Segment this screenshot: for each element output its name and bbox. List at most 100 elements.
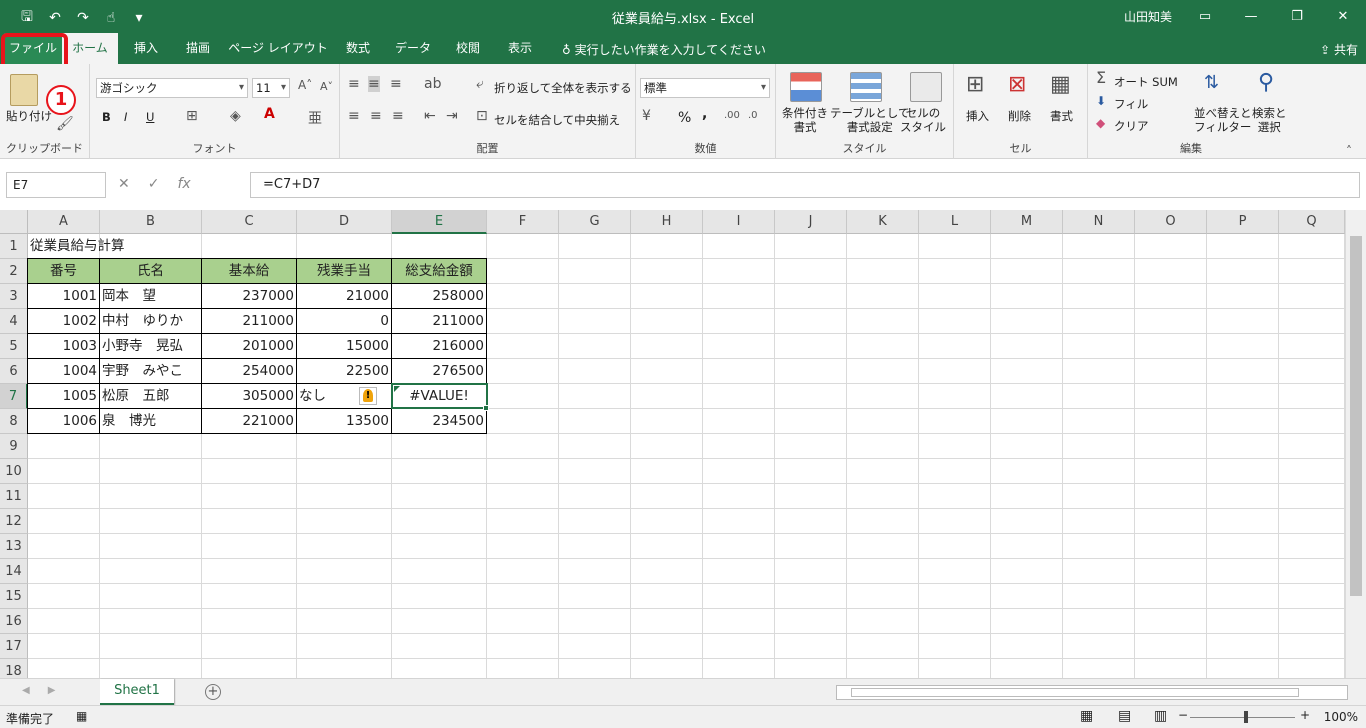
- tab-draw[interactable]: 描画: [176, 33, 220, 64]
- tab-view[interactable]: 表示: [498, 33, 542, 64]
- column-header-j[interactable]: J: [775, 210, 847, 234]
- column-header-b[interactable]: B: [100, 210, 202, 234]
- column-header-f[interactable]: F: [487, 210, 559, 234]
- font-color-icon[interactable]: A: [264, 106, 275, 122]
- row-header-13[interactable]: 13: [0, 534, 28, 559]
- column-header-d[interactable]: D: [297, 210, 392, 234]
- vertical-scroll-thumb[interactable]: [1350, 236, 1362, 596]
- align-top-icon[interactable]: ≡: [348, 76, 360, 92]
- minimize-button[interactable]: —: [1228, 0, 1274, 33]
- column-header-m[interactable]: M: [991, 210, 1063, 234]
- cancel-icon[interactable]: ✕: [118, 176, 130, 192]
- align-right-icon[interactable]: ≡: [392, 108, 404, 124]
- conditional-format-button[interactable]: 条件付き 書式: [782, 106, 828, 134]
- row-header-7[interactable]: 7: [0, 384, 28, 409]
- column-header-c[interactable]: C: [202, 210, 297, 234]
- column-header-i[interactable]: I: [703, 210, 775, 234]
- zoom-slider-knob[interactable]: [1244, 711, 1248, 723]
- comma-button[interactable]: ,: [702, 106, 707, 122]
- horizontal-scrollbar[interactable]: [836, 685, 1348, 700]
- font-name-combo[interactable]: 游ゴシック: [96, 78, 248, 98]
- number-format-combo[interactable]: 標準: [640, 78, 770, 98]
- autosum-button[interactable]: オート SUM: [1114, 74, 1178, 90]
- fill-button[interactable]: フィル: [1114, 96, 1148, 112]
- enter-icon[interactable]: ✓: [148, 176, 160, 192]
- decrease-decimal-icon[interactable]: .0: [748, 110, 758, 121]
- merge-center-button[interactable]: セルを結合して中央揃え: [494, 112, 620, 128]
- format-painter-icon[interactable]: 🖌: [56, 116, 74, 132]
- column-header-l[interactable]: L: [919, 210, 991, 234]
- tell-me-search[interactable]: ♁ 実行したい作業を入力してください: [562, 41, 766, 58]
- row-header-5[interactable]: 5: [0, 334, 28, 359]
- zoom-slider[interactable]: [1190, 717, 1295, 718]
- bold-button[interactable]: B: [102, 110, 111, 124]
- column-header-q[interactable]: Q: [1279, 210, 1345, 234]
- fill-color-icon[interactable]: ◈: [230, 108, 241, 124]
- page-break-view-icon[interactable]: ▥: [1154, 708, 1167, 724]
- column-header-e[interactable]: E: [392, 210, 487, 234]
- tab-insert[interactable]: 挿入: [124, 33, 168, 64]
- tab-home[interactable]: ホーム: [62, 33, 118, 64]
- row-header-9[interactable]: 9: [0, 434, 28, 459]
- sheet-nav-arrows[interactable]: ◀▶: [22, 685, 73, 696]
- formula-input[interactable]: =C7+D7: [250, 172, 1360, 198]
- underline-button[interactable]: U: [146, 110, 154, 124]
- insert-cells-button[interactable]: 挿入: [966, 108, 989, 124]
- increase-indent-icon[interactable]: ⇥: [446, 108, 458, 124]
- row-header-16[interactable]: 16: [0, 609, 28, 634]
- macro-record-icon[interactable]: ▦: [76, 709, 87, 723]
- paste-icon[interactable]: [10, 74, 38, 106]
- clear-button[interactable]: クリア: [1114, 118, 1149, 134]
- horizontal-scroll-thumb[interactable]: [851, 688, 1299, 697]
- align-center-icon[interactable]: ≡: [370, 108, 382, 124]
- vertical-scrollbar[interactable]: [1345, 210, 1366, 678]
- fill-handle[interactable]: [483, 405, 489, 411]
- phonetic-icon[interactable]: 亜: [308, 108, 322, 128]
- row-header-14[interactable]: 14: [0, 559, 28, 584]
- column-header-n[interactable]: N: [1063, 210, 1135, 234]
- row-header-3[interactable]: 3: [0, 284, 28, 309]
- row-header-18[interactable]: 18: [0, 659, 28, 678]
- close-button[interactable]: ✕: [1320, 0, 1366, 33]
- font-size-combo[interactable]: 11: [252, 78, 290, 98]
- row-header-8[interactable]: 8: [0, 409, 28, 434]
- zoom-in-icon[interactable]: +: [1300, 708, 1310, 722]
- row-header-17[interactable]: 17: [0, 634, 28, 659]
- border-icon[interactable]: ⊞: [186, 108, 198, 124]
- collapse-ribbon-icon[interactable]: ˄: [1346, 144, 1352, 158]
- row-header-11[interactable]: 11: [0, 484, 28, 509]
- row-header-1[interactable]: 1: [0, 234, 28, 259]
- worksheet-grid[interactable]: ABCDEFGHIJKLMNOPQ 1 2 3 4 5 6 7 8 9 10 11 12 13 14 15 1…: [0, 210, 1366, 678]
- sheet-tab-sheet1[interactable]: Sheet1: [100, 679, 174, 705]
- delete-cells-button[interactable]: 削除: [1008, 108, 1031, 124]
- zoom-out-icon[interactable]: −: [1178, 708, 1188, 722]
- decrease-font-icon[interactable]: A˅: [320, 80, 333, 93]
- page-layout-view-icon[interactable]: ▤: [1118, 708, 1131, 724]
- column-header-o[interactable]: O: [1135, 210, 1207, 234]
- paste-button[interactable]: 貼り付け: [6, 108, 52, 124]
- format-cells-button[interactable]: 書式: [1050, 108, 1073, 124]
- increase-decimal-icon[interactable]: .00: [724, 110, 740, 121]
- column-header-g[interactable]: G: [559, 210, 631, 234]
- row-header-6[interactable]: 6: [0, 359, 28, 384]
- user-name[interactable]: 山田知美: [1124, 8, 1172, 25]
- tab-page-layout[interactable]: ページ レイアウト: [228, 33, 328, 64]
- select-all-corner[interactable]: [0, 210, 28, 234]
- align-middle-icon[interactable]: ≡: [368, 76, 380, 92]
- add-sheet-icon[interactable]: +: [205, 684, 221, 700]
- row-header-15[interactable]: 15: [0, 584, 28, 609]
- column-header-h[interactable]: H: [631, 210, 703, 234]
- format-as-table-button[interactable]: テーブルとして 書式設定: [830, 106, 909, 134]
- wrap-text-button[interactable]: 折り返して全体を表示する: [494, 80, 632, 96]
- share-button[interactable]: ⇪ 共有: [1320, 41, 1358, 58]
- row-header-4[interactable]: 4: [0, 309, 28, 334]
- ribbon-display-options-icon[interactable]: ▭: [1182, 0, 1228, 33]
- find-select-button[interactable]: 検索と 選択: [1252, 106, 1287, 134]
- error-warning-icon[interactable]: [359, 387, 377, 405]
- accounting-format-icon[interactable]: ¥: [642, 108, 651, 124]
- cell-styles-button[interactable]: セルの スタイル: [900, 106, 946, 134]
- italic-button[interactable]: I: [124, 110, 127, 124]
- align-bottom-icon[interactable]: ≡: [390, 76, 402, 92]
- orientation-icon[interactable]: ab: [424, 76, 441, 92]
- column-header-p[interactable]: P: [1207, 210, 1279, 234]
